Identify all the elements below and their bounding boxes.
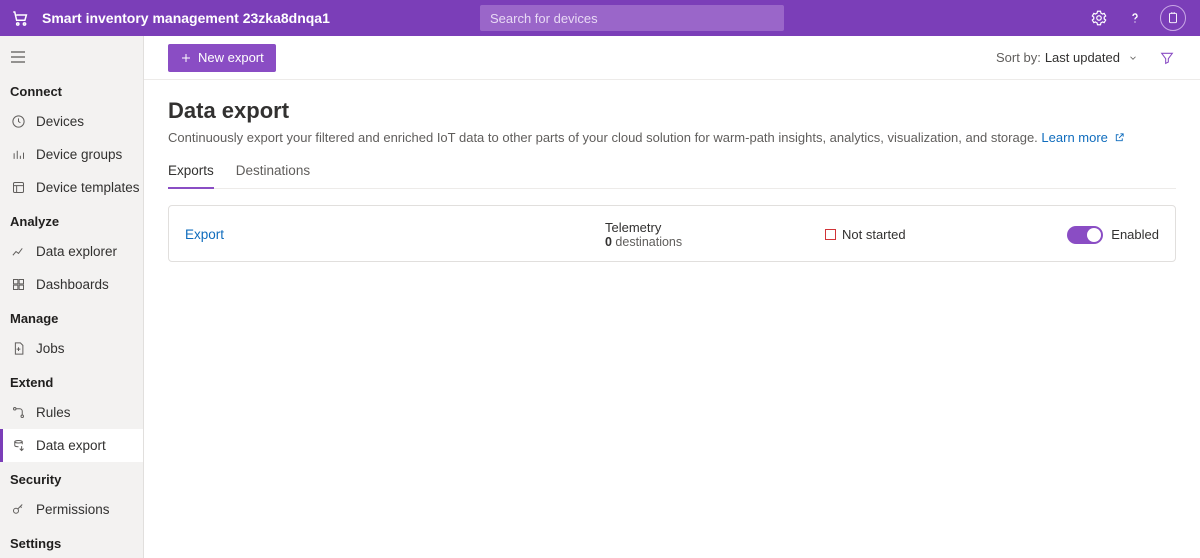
toggle-label: Enabled <box>1111 227 1159 242</box>
export-icon <box>10 438 26 454</box>
enabled-toggle[interactable] <box>1067 226 1103 244</box>
app-title: Smart inventory management 23zka8dnqa1 <box>42 10 330 26</box>
nav-section-settings: Settings <box>0 526 143 557</box>
sort-by-button[interactable]: Sort by: Last updated <box>996 50 1138 65</box>
grid-icon <box>10 277 26 293</box>
nav-item-data-explorer[interactable]: Data explorer <box>0 235 143 268</box>
learn-more-label: Learn more <box>1041 130 1107 145</box>
nav-section-manage: Manage <box>0 301 143 332</box>
tab-label: Exports <box>168 163 214 178</box>
page-description: Continuously export your filtered and en… <box>168 130 1176 145</box>
nav-section-analyze: Analyze <box>0 204 143 235</box>
plus-icon <box>180 52 192 64</box>
line-chart-icon <box>10 244 26 260</box>
search-wrap <box>480 5 784 31</box>
collapse-row <box>0 40 143 74</box>
nav-label: Jobs <box>36 341 65 356</box>
key-icon <box>10 502 26 518</box>
bars-icon <box>10 147 26 163</box>
new-export-label: New export <box>198 50 264 65</box>
page-plus-icon <box>10 341 26 357</box>
export-status: Not started <box>825 227 1019 242</box>
dest-number: 0 <box>605 235 612 249</box>
chevron-down-icon <box>1128 53 1138 63</box>
nav-item-dashboards[interactable]: Dashboards <box>0 268 143 301</box>
nav-label: Data export <box>36 438 106 453</box>
filter-icon[interactable] <box>1158 49 1176 67</box>
external-link-icon <box>1114 132 1125 143</box>
telemetry-label: Telemetry <box>605 220 825 235</box>
toggle-knob <box>1087 228 1101 242</box>
nav-item-devices[interactable]: Devices <box>0 105 143 138</box>
nav-label: Device groups <box>36 147 122 162</box>
status-square-icon <box>825 229 836 240</box>
nav-item-permissions[interactable]: Permissions <box>0 493 143 526</box>
app-header: Smart inventory management 23zka8dnqa1 <box>0 0 1200 36</box>
nav-section-security: Security <box>0 462 143 493</box>
export-name-link[interactable]: Export <box>185 227 605 242</box>
sort-label: Sort by: <box>996 50 1041 65</box>
sidebar: Connect Devices Device groups Device tem… <box>0 36 144 558</box>
dest-suffix: destinations <box>612 235 682 249</box>
flow-icon <box>10 405 26 421</box>
nav-label: Dashboards <box>36 277 109 292</box>
tab-label: Destinations <box>236 163 310 178</box>
header-right <box>1088 5 1192 31</box>
clock-icon <box>10 114 26 130</box>
nav-item-device-groups[interactable]: Device groups <box>0 138 143 171</box>
cart-icon <box>8 6 32 30</box>
template-icon <box>10 180 26 196</box>
new-export-button[interactable]: New export <box>168 44 276 72</box>
page-desc-text: Continuously export your filtered and en… <box>168 130 1038 145</box>
tab-exports[interactable]: Exports <box>168 163 214 188</box>
nav-item-rules[interactable]: Rules <box>0 396 143 429</box>
export-card: Export Telemetry 0 destinations Not star… <box>168 205 1176 262</box>
help-icon[interactable] <box>1124 7 1146 29</box>
account-icon[interactable] <box>1160 5 1186 31</box>
nav-label: Device templates <box>36 180 140 195</box>
page-title: Data export <box>168 98 1176 124</box>
hamburger-icon[interactable] <box>10 50 28 64</box>
nav-section-connect: Connect <box>0 74 143 105</box>
nav-label: Data explorer <box>36 244 117 259</box>
status-text: Not started <box>842 227 906 242</box>
export-toggle-wrap: Enabled <box>1019 226 1159 244</box>
sort-value: Last updated <box>1045 50 1120 65</box>
nav-item-jobs[interactable]: Jobs <box>0 332 143 365</box>
settings-icon[interactable] <box>1088 7 1110 29</box>
tab-destinations[interactable]: Destinations <box>236 163 310 188</box>
nav-section-extend: Extend <box>0 365 143 396</box>
tabs: Exports Destinations <box>168 163 1176 189</box>
export-telemetry: Telemetry 0 destinations <box>605 220 825 249</box>
main: New export Sort by: Last updated Data ex… <box>144 36 1200 558</box>
nav-label: Rules <box>36 405 71 420</box>
search-input[interactable] <box>480 5 784 31</box>
nav-label: Permissions <box>36 502 110 517</box>
destinations-count: 0 destinations <box>605 235 825 249</box>
nav-label: Devices <box>36 114 84 129</box>
content: Data export Continuously export your fil… <box>144 80 1200 280</box>
learn-more-link[interactable]: Learn more <box>1041 130 1124 145</box>
nav-item-device-templates[interactable]: Device templates <box>0 171 143 204</box>
nav-item-data-export[interactable]: Data export <box>0 429 143 462</box>
toolbar: New export Sort by: Last updated <box>144 36 1200 80</box>
